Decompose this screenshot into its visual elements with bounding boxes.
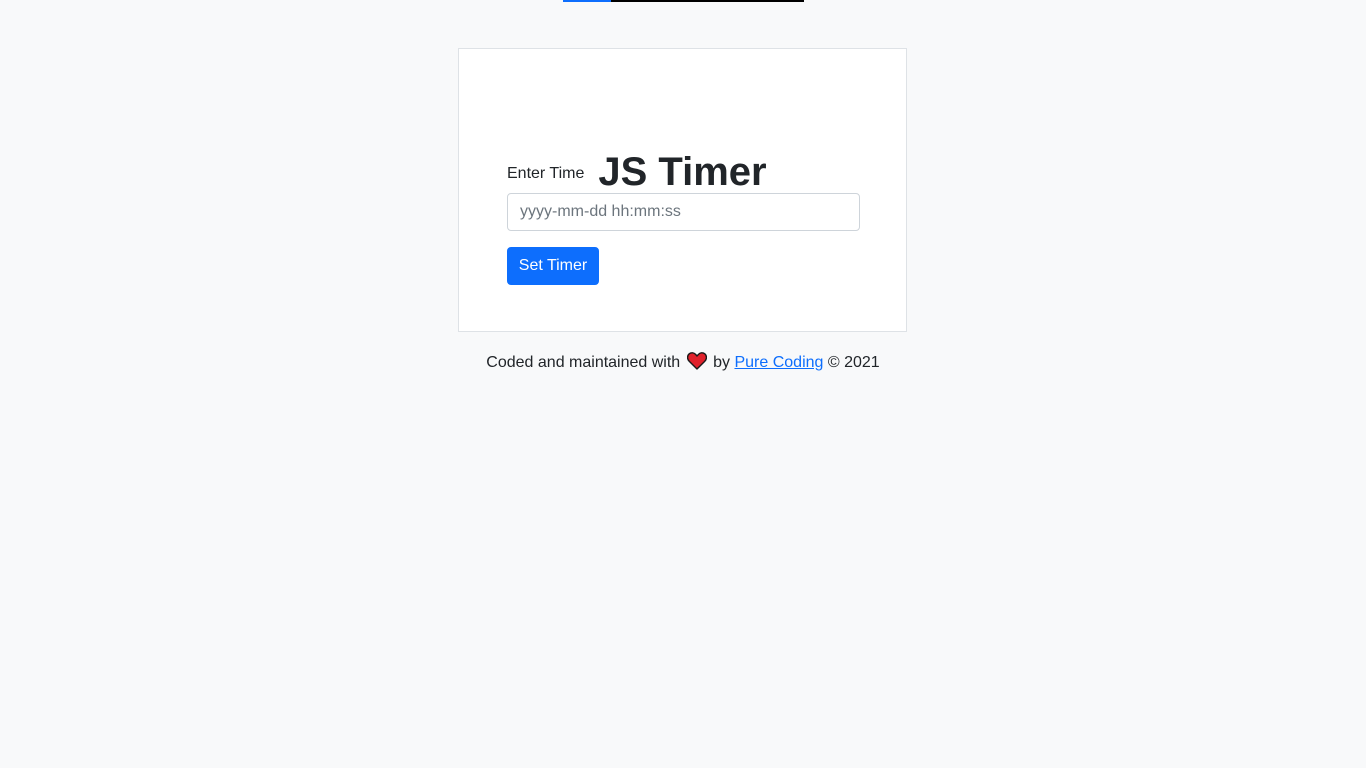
heart-icon — [686, 352, 707, 377]
timer-card: JS Timer Enter Time Set Timer — [458, 48, 907, 332]
top-progress-bar — [563, 0, 804, 2]
footer-by: by — [713, 354, 731, 371]
enter-time-label: Enter Time — [507, 165, 585, 182]
time-input[interactable] — [507, 193, 860, 231]
footer-prefix: Coded and maintained with — [486, 354, 681, 371]
footer: Coded and maintained with by Pure Coding… — [0, 352, 1366, 377]
footer-copyright: © 2021 — [827, 354, 880, 371]
set-timer-button[interactable]: Set Timer — [507, 247, 599, 285]
top-progress-fill — [563, 0, 612, 2]
pure-coding-link[interactable]: Pure Coding — [734, 354, 823, 371]
